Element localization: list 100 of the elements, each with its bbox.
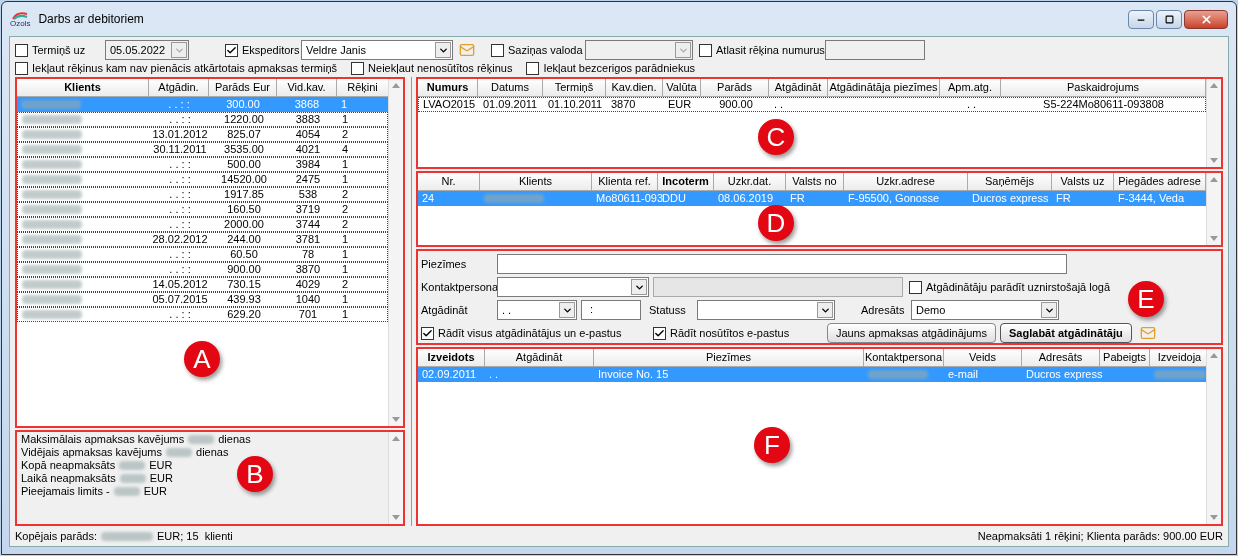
table-cell-text: . . : : — [169, 172, 191, 188]
checkbox[interactable] — [653, 326, 666, 340]
table-row[interactable]: . . : : 1220.00 3883 1 — [17, 112, 388, 127]
table-row[interactable]: LVAO2015 01.09.2011 01.10.2011 3870 EUR 900.00 . . . . S5-224Mo80611-093808 — [418, 97, 1206, 112]
checkbox[interactable] — [225, 43, 238, 57]
scroll-up-icon[interactable] — [1210, 177, 1218, 182]
column-header[interactable]: Apm.atg. — [940, 79, 1001, 97]
table-row[interactable]: . . : : 629.20 701 1 — [17, 307, 388, 322]
column-header[interactable]: Saņēmējs — [968, 173, 1052, 191]
column-header[interactable]: Atgādināt — [485, 349, 594, 367]
scroll-down-icon[interactable] — [1210, 515, 1218, 520]
time-field[interactable]: : — [581, 300, 641, 320]
table-row[interactable]: . . : : 14520.00 2475 1 — [17, 172, 388, 187]
column-header[interactable]: Rēķini — [337, 79, 388, 97]
date-field[interactable]: 05.05.2022 — [105, 40, 189, 60]
summary-text: dienas — [196, 446, 229, 459]
input-field[interactable] — [825, 40, 925, 60]
scroll-up-icon[interactable] — [1210, 83, 1218, 88]
column-header[interactable]: Atgādin. — [149, 79, 209, 97]
column-header[interactable]: Valūta — [663, 79, 701, 97]
table-row[interactable]: . . : : 160.50 3719 2 — [17, 202, 388, 217]
table-cell-text: . . : : — [168, 97, 190, 113]
column-header[interactable]: Incoterm — [658, 173, 714, 191]
table-cell-text: 2 — [342, 277, 349, 293]
scrollbar[interactable] — [388, 79, 403, 426]
table-cell-text: . . : : — [169, 217, 191, 233]
column-header[interactable]: Vid.kav. — [277, 79, 337, 97]
checkbox[interactable] — [15, 61, 28, 75]
table-row[interactable]: . . : : 900.00 3870 1 — [17, 262, 388, 277]
column-header[interactable]: Adresāts — [1022, 349, 1100, 367]
table-row[interactable]: . . : : 500.00 3984 1 — [17, 157, 388, 172]
checkbox[interactable] — [421, 326, 434, 340]
column-header[interactable]: Valsts no — [786, 173, 844, 191]
column-header[interactable]: Termiņš — [543, 79, 606, 97]
column-header[interactable]: Izveidoja — [1150, 349, 1206, 367]
scrollbar[interactable] — [1206, 349, 1221, 524]
column-header[interactable]: Uzkr.adrese — [844, 173, 968, 191]
scroll-down-icon[interactable] — [392, 515, 400, 520]
table-row[interactable]: . . : : 1917.85 538 2 — [17, 187, 388, 202]
column-header[interactable]: Parāds Eur — [209, 79, 277, 97]
scroll-up-icon[interactable] — [392, 436, 400, 441]
column-header[interactable]: Veids — [944, 349, 1022, 367]
scroll-up-icon[interactable] — [1210, 353, 1218, 358]
table-row[interactable]: 28.02.2012 244.00 3781 1 — [17, 232, 388, 247]
column-header[interactable]: Klients — [480, 173, 592, 191]
envelope-icon[interactable] — [1139, 325, 1156, 341]
table-row[interactable]: . . : : 2000.00 3744 2 — [17, 217, 388, 232]
checkbox[interactable] — [909, 280, 922, 294]
column-header[interactable]: Parāds — [701, 79, 769, 97]
save-reminder-button[interactable]: Saglabāt atgādinātāju — [1000, 323, 1132, 343]
dropdown[interactable]: Veldre Janis — [301, 40, 453, 60]
column-header[interactable]: Valsts uz — [1052, 173, 1114, 191]
checkbox[interactable] — [699, 43, 712, 57]
table-cell-text: 1 — [342, 112, 349, 128]
column-header[interactable]: Atgādināt — [769, 79, 828, 97]
dropdown[interactable] — [497, 277, 649, 297]
maximize-button[interactable] — [1156, 10, 1182, 29]
column-header[interactable]: Nr. — [418, 173, 480, 191]
dropdown[interactable]: Demo — [911, 300, 1059, 320]
notes-field[interactable] — [497, 254, 1067, 274]
envelope-icon[interactable] — [459, 42, 475, 58]
checkbox[interactable] — [491, 43, 504, 57]
scroll-down-icon[interactable] — [1210, 158, 1218, 163]
new-reminder-button[interactable]: Jauns apmaksas atgādinājums — [827, 323, 997, 343]
column-header[interactable]: Numurs — [418, 79, 478, 97]
table-cell-text: Invoice No. 15 — [598, 367, 669, 383]
scroll-down-icon[interactable] — [1210, 236, 1218, 241]
scrollbar[interactable] — [1206, 173, 1221, 245]
blurred-text — [22, 190, 82, 199]
column-header[interactable]: Klients — [17, 79, 149, 97]
column-header[interactable]: Piegādes adrese — [1114, 173, 1206, 191]
column-header[interactable]: Piezīmes — [594, 349, 864, 367]
table-cell-text: 14.05.2012 — [152, 277, 208, 293]
scroll-down-icon[interactable] — [392, 417, 400, 422]
checkbox[interactable] — [351, 61, 365, 75]
column-header[interactable]: Paskaidrojums — [1001, 79, 1206, 97]
column-header[interactable]: Uzkr.dat. — [714, 173, 786, 191]
column-header[interactable]: Atgādinātāja piezīmes — [828, 79, 940, 97]
dropdown[interactable] — [697, 300, 835, 320]
input-field[interactable] — [653, 277, 903, 297]
checkbox[interactable] — [526, 61, 540, 75]
column-header[interactable]: Pabeigts — [1100, 349, 1150, 367]
table-row[interactable]: 05.07.2015 439.93 1040 1 — [17, 292, 388, 307]
scrollbar[interactable] — [388, 432, 403, 524]
minimize-button[interactable] — [1128, 10, 1154, 29]
column-header[interactable]: Kav.dien. — [606, 79, 663, 97]
table-row[interactable]: 13.01.2012 825.07 4054 2 — [17, 127, 388, 142]
column-header[interactable]: Izveidots — [418, 349, 485, 367]
column-header[interactable]: Kontaktpersona — [864, 349, 944, 367]
table-row[interactable]: 30.11.2011 3535.00 4021 4 — [17, 142, 388, 157]
scrollbar[interactable] — [1206, 79, 1221, 167]
close-button[interactable] — [1184, 10, 1228, 29]
column-header[interactable]: Datums — [478, 79, 543, 97]
date-field[interactable]: . . — [497, 300, 577, 320]
column-header[interactable]: Klienta ref. — [592, 173, 658, 191]
table-row[interactable]: . . : : 60.50 78 1 — [17, 247, 388, 262]
dropdown[interactable] — [585, 40, 693, 60]
scroll-up-icon[interactable] — [392, 83, 400, 88]
checkbox[interactable] — [15, 43, 28, 57]
table-row[interactable]: 14.05.2012 730.15 4029 2 — [17, 277, 388, 292]
